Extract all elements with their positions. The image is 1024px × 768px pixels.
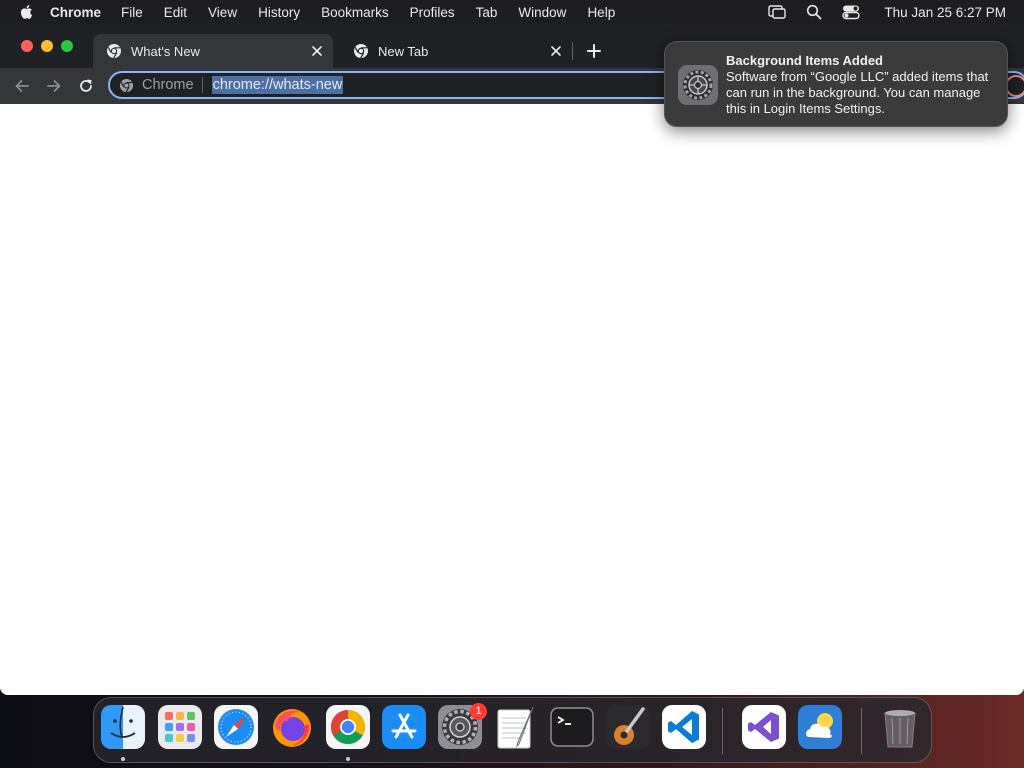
menu-edit[interactable]: Edit (164, 5, 187, 20)
control-center-icon[interactable] (842, 4, 861, 20)
arrow-left-icon (15, 80, 29, 92)
chrome-logo-icon[interactable] (119, 78, 134, 93)
dock-app-terminal[interactable] (549, 704, 595, 750)
close-tab-icon[interactable] (550, 45, 562, 57)
menu-view[interactable]: View (208, 5, 237, 20)
terminal-icon (550, 707, 594, 747)
chrome-favicon-icon (353, 43, 369, 59)
window-close-button[interactable] (21, 40, 33, 52)
dock-app-firefox[interactable] (269, 704, 315, 750)
garageband-guitar-icon (606, 705, 650, 749)
system-settings-gear-icon (678, 65, 718, 105)
vscode-icon (662, 705, 706, 749)
notification-body: Software from “Google LLC” added items t… (726, 69, 989, 116)
dock-app-garageband[interactable] (605, 704, 651, 750)
apple-menu-icon[interactable] (18, 3, 36, 21)
menubar-clock[interactable]: Thu Jan 25 6:27 PM (884, 5, 1006, 20)
chrome-favicon-icon (106, 43, 122, 59)
dock: 1 (93, 697, 932, 763)
dock-app-launchpad[interactable] (157, 704, 203, 750)
page-content-blank (0, 104, 1024, 695)
dock-app-finder[interactable] (100, 704, 146, 750)
dock-app-safari[interactable] (213, 704, 259, 750)
background-items-notification[interactable]: Background Items Added Software from “Go… (664, 41, 1008, 127)
notification-title: Background Items Added (726, 53, 883, 68)
menu-history[interactable]: History (258, 5, 300, 20)
chrome-icon (326, 705, 370, 749)
url-text-selected[interactable]: chrome://whats-new (211, 76, 344, 94)
menu-profiles[interactable]: Profiles (410, 5, 455, 20)
site-chip-label[interactable]: Chrome (142, 77, 194, 93)
omnibox-divider (201, 77, 203, 93)
spotlight-search-icon[interactable] (806, 4, 822, 20)
tab-title: New Tab (378, 43, 429, 59)
menu-window[interactable]: Window (518, 5, 566, 20)
finder-icon (101, 705, 145, 749)
dock-app-weather[interactable] (797, 704, 843, 750)
dock-app-trash[interactable] (877, 704, 923, 750)
new-tab-button[interactable] (584, 41, 604, 61)
reload-button[interactable] (76, 76, 96, 96)
dock-app-app-store[interactable] (381, 704, 427, 750)
tab-new-tab[interactable]: New Tab (340, 34, 572, 68)
safari-compass-icon (214, 705, 258, 749)
running-indicator-finder (121, 757, 125, 761)
trash-icon (884, 710, 916, 748)
tab-separator (572, 42, 573, 60)
dock-app-chrome[interactable] (325, 704, 371, 750)
running-indicator-chrome (346, 757, 350, 761)
dock-app-visual-studio[interactable] (741, 704, 787, 750)
textedit-icon (497, 706, 534, 749)
forward-button[interactable] (44, 76, 64, 96)
close-tab-icon[interactable] (311, 45, 323, 57)
back-button[interactable] (12, 76, 32, 96)
plus-icon (587, 44, 601, 58)
window-zoom-button[interactable] (61, 40, 73, 52)
dock-app-vscode[interactable] (661, 704, 707, 750)
menu-help[interactable]: Help (587, 5, 615, 20)
menu-bookmarks[interactable]: Bookmarks (321, 5, 389, 20)
notification-badge: 1 (470, 703, 487, 720)
menu-tab[interactable]: Tab (476, 5, 498, 20)
app-store-icon (382, 705, 426, 749)
firefox-icon (273, 709, 311, 747)
dock-separator (861, 708, 862, 754)
tab-title: What's New (131, 43, 200, 59)
screen-mirroring-icon[interactable] (768, 4, 787, 20)
dock-app-textedit[interactable] (493, 704, 539, 750)
tab-whats-new[interactable]: What's New (93, 34, 333, 68)
reload-icon (80, 79, 92, 92)
launchpad-icon (158, 705, 202, 749)
window-minimize-button[interactable] (41, 40, 53, 52)
menu-app-name[interactable]: Chrome (50, 5, 101, 20)
weather-cloud-icon (798, 705, 842, 749)
arrow-right-icon (47, 80, 61, 92)
menu-bar: Chrome File Edit View History Bookmarks … (0, 0, 1024, 24)
dock-separator (722, 708, 723, 754)
visual-studio-icon (742, 705, 786, 749)
menu-file[interactable]: File (121, 5, 143, 20)
